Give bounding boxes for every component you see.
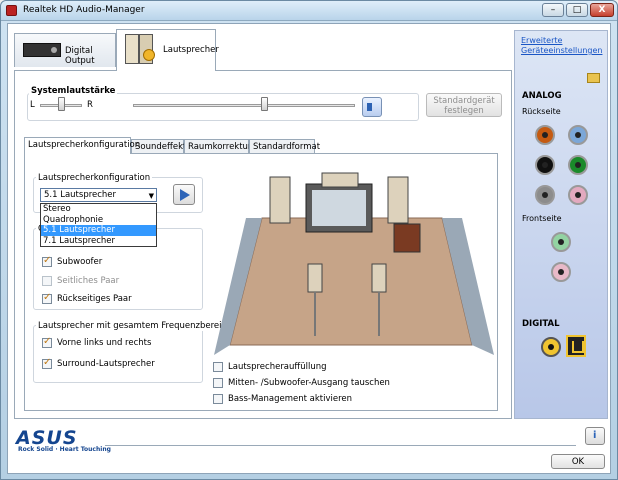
advanced-settings-link-2[interactable]: Geräteeinstellungen	[521, 46, 602, 55]
volume-group	[27, 93, 419, 121]
set-default-device-label-2: festlegen	[444, 106, 484, 116]
speaker-room-diagram	[214, 172, 494, 355]
side-pair-label: Seitliches Paar	[57, 276, 120, 286]
front-right-speaker	[387, 176, 409, 224]
info-icon[interactable]	[585, 427, 605, 445]
front-jack-pink[interactable]	[551, 262, 571, 282]
speaker-config-select[interactable]: 5.1 Lautsprecher ▼	[40, 188, 157, 202]
back-jack-blue[interactable]	[568, 125, 588, 145]
fullrange-label: Lautsprecher mit gesamtem Frequenzbereic…	[36, 321, 234, 331]
digital-heading: DIGITAL	[522, 319, 560, 329]
center-speaker	[321, 172, 359, 188]
analog-heading: ANALOG	[522, 91, 562, 101]
volume-slider-thumb[interactable]	[260, 97, 268, 111]
volume-slider-track[interactable]	[133, 104, 355, 107]
bass-management-checkbox[interactable]	[213, 394, 223, 404]
tab-lautsprecher-label: Lautsprecher	[163, 45, 219, 55]
digital-optical-jack[interactable]	[566, 335, 586, 357]
ok-button[interactable]: OK	[551, 454, 605, 469]
set-default-device-button[interactable]: Standardgerät festlegen	[426, 93, 502, 117]
frontseite-label: Frontseite	[522, 214, 562, 223]
play-test-button[interactable]	[173, 184, 195, 205]
folder-icon[interactable]	[587, 73, 600, 83]
fullrange-group	[33, 325, 203, 383]
back-jack-orange[interactable]	[535, 125, 555, 145]
rear-right-speaker	[371, 263, 387, 293]
back-jack-green[interactable]	[568, 155, 588, 175]
option-5-1[interactable]: 5.1 Lautsprecher	[41, 225, 156, 236]
config-group-label: Lautsprecherkonfiguration	[36, 173, 153, 183]
tab-raumkorrektur[interactable]: Raumkorrektur	[184, 139, 251, 153]
chevron-down-icon: ▼	[148, 192, 154, 200]
maximize-button[interactable]: □	[566, 3, 588, 17]
surround-fullrange-checkbox[interactable]	[42, 357, 52, 369]
divider	[105, 445, 576, 446]
side-pair-checkbox[interactable]	[42, 276, 52, 286]
tv-display	[312, 190, 366, 226]
realtek-app-icon	[6, 5, 17, 16]
subwoofer-checkbox[interactable]	[42, 255, 52, 267]
surround-fullrange-label: Surround-Lautsprecher	[57, 359, 155, 369]
asus-tagline: Rock Solid · Heart Touching	[18, 446, 111, 453]
back-jack-black[interactable]	[535, 155, 555, 175]
volume-label: Systemlautstärke	[29, 86, 118, 96]
device-panel	[514, 30, 608, 419]
option-quadrophonie[interactable]: Quadrophonie	[41, 215, 156, 226]
front-jack-green[interactable]	[551, 232, 571, 252]
swap-center-sub-label: Mitten- /Subwoofer-Ausgang tauschen	[228, 378, 390, 388]
bass-management-label: Bass-Management aktivieren	[228, 394, 353, 404]
rueckseite-label: Rückseite	[522, 107, 561, 116]
subwoofer-speaker	[393, 223, 421, 253]
option-stereo[interactable]: Stereo	[41, 204, 156, 215]
speaker-config-dropdown: Stereo Quadrophonie 5.1 Lautsprecher 7.1…	[40, 203, 157, 247]
balance-slider-thumb[interactable]	[58, 97, 65, 111]
tab-digital-output[interactable]: Digital Output	[14, 33, 116, 67]
volume-right-label: R	[87, 100, 93, 110]
digital-output-icon	[23, 43, 61, 57]
rear-pair-label: Rückseitiges Paar	[57, 294, 132, 304]
swap-center-sub-checkbox[interactable]	[213, 378, 223, 388]
speaker-fill-checkbox[interactable]	[213, 362, 223, 372]
tab-lautsprecher[interactable]: Lautsprecher	[116, 29, 219, 71]
speaker-icon	[125, 34, 139, 64]
title-bar[interactable]: Realtek HD Audio-Manager – □ X	[1, 1, 617, 21]
advanced-settings-link[interactable]: Erweiterte	[521, 36, 562, 45]
minimize-button[interactable]: –	[542, 3, 564, 17]
rear-left-speaker	[307, 263, 323, 293]
room-floor	[229, 217, 473, 346]
speaker-config-value: 5.1 Lautsprecher	[44, 190, 117, 200]
close-button[interactable]: X	[590, 3, 614, 17]
subwoofer-label: Subwoofer	[57, 257, 103, 267]
speaker-settings-icon	[139, 34, 155, 64]
digital-coax-jack[interactable]	[541, 337, 561, 357]
option-7-1[interactable]: 7.1 Lautsprecher	[41, 236, 156, 247]
front-fullrange-checkbox[interactable]	[42, 336, 52, 348]
set-default-device-label-1: Standardgerät	[433, 96, 495, 106]
speaker-fill-label: Lautsprecherauffüllung	[228, 362, 327, 372]
tab-standardformat[interactable]: Standardformat	[249, 139, 320, 153]
back-jack-grey[interactable]	[535, 185, 555, 205]
front-left-speaker	[269, 176, 291, 224]
tab-lautsprecherkonfiguration[interactable]: Lautsprecherkonfiguration	[24, 137, 140, 154]
back-jack-pink[interactable]	[568, 185, 588, 205]
volume-left-label: L	[30, 100, 35, 110]
speaker-mute-icon[interactable]	[362, 97, 382, 117]
front-fullrange-label: Vorne links und rechts	[57, 338, 152, 348]
window-title: Realtek HD Audio-Manager	[23, 5, 145, 15]
tab-digital-output-label: Digital Output	[65, 46, 95, 66]
rear-pair-checkbox[interactable]	[42, 292, 52, 304]
